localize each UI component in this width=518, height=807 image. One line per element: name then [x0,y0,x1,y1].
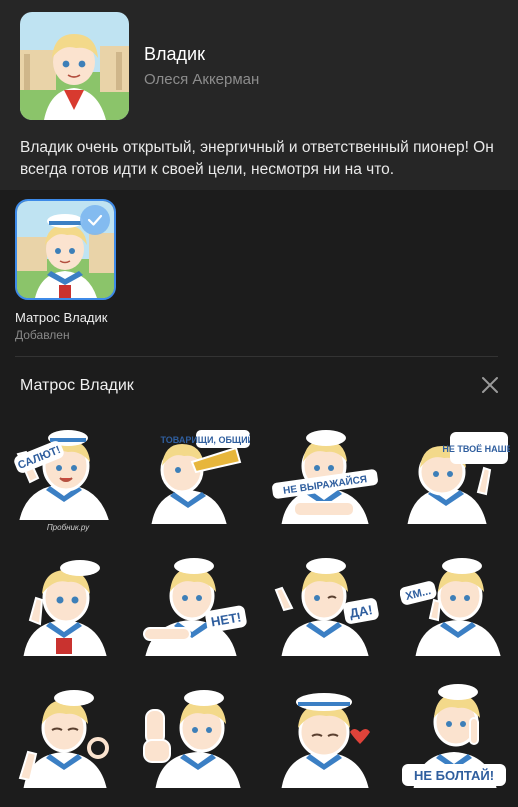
sticker-section-title: Матрос Владик [20,377,134,394]
sticker[interactable] [140,682,250,792]
sticker-caption: НЕ ТВОЁ НАШЕ! [442,444,510,454]
close-icon[interactable] [479,374,501,396]
sticker[interactable]: ХМ... [400,550,510,660]
variant-status: Добавлен [15,328,70,342]
sticker[interactable]: НЕ ТВОЁ НАШЕ! [400,422,510,532]
sticker[interactable]: НЕ БОЛТАЙ! [400,682,510,792]
sticker[interactable]: САЛЮТ! Пробник.ру [10,422,120,532]
pack-description: Владик очень открытый, энергичный и отве… [20,139,494,178]
variant-name: Матрос Владик [15,310,108,325]
sticker-caption: ТОВАРИЩИ, ОБЩИЙ СБОР! [161,434,251,445]
pack-cover-image [20,12,129,120]
sticker[interactable]: ТОВАРИЩИ, ОБЩИЙ СБОР! [140,422,250,532]
added-check-icon [80,205,110,235]
watermark-text: Пробник.ру [47,523,90,532]
divider [15,356,498,357]
sticker-grid: САЛЮТ! Пробник.ру ТОВАРИЩИ, ОБЩИЙ СБОР! … [0,420,518,807]
variant-thumbnail[interactable] [15,199,116,300]
sticker[interactable] [10,550,120,660]
sticker[interactable]: НЕ ВЫРАЖАЙСЯ [270,422,380,532]
sticker-caption: НЕ БОЛТАЙ! [414,768,494,783]
sticker[interactable] [270,682,380,792]
pack-title: Владик [144,44,205,64]
sticker[interactable] [10,682,120,792]
sticker[interactable]: ДА! [270,550,380,660]
pack-author[interactable]: Олеся Аккерман [144,71,259,88]
sticker[interactable]: НЕТ! [140,550,250,660]
